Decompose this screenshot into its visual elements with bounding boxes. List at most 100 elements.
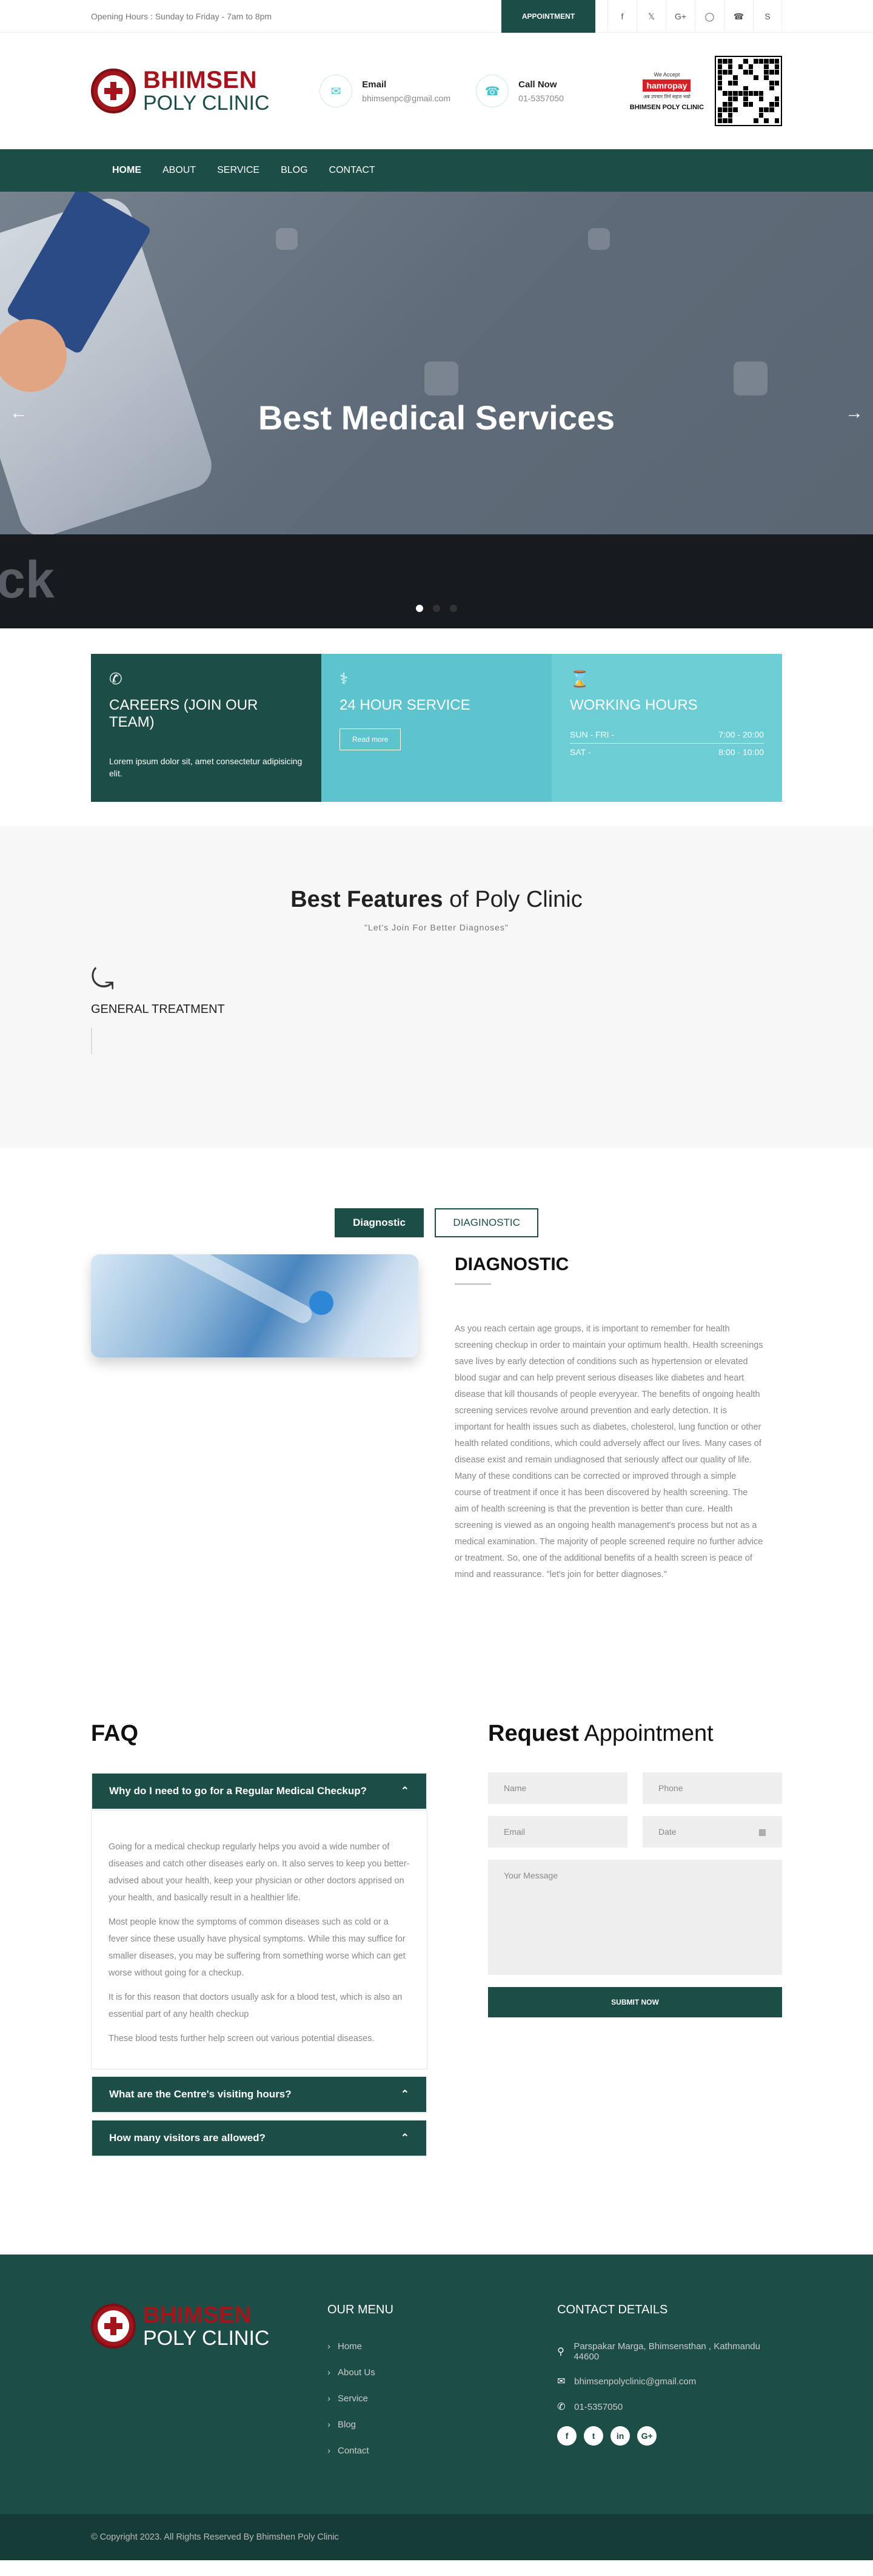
linkedin-icon[interactable]: in xyxy=(610,2426,630,2446)
footer-address: Parspakar Marga, Bhimsensthan , Kathmand… xyxy=(574,2341,760,2362)
footer-link-home[interactable]: Home xyxy=(327,2341,557,2352)
nav-home[interactable]: HOME xyxy=(112,165,141,176)
faq-appointment-section: FAQ Why do I need to go for a Regular Me… xyxy=(0,1706,873,2255)
hours-title: WORKING HOURS xyxy=(570,697,698,713)
phone-icon: ✆ xyxy=(109,670,122,688)
feature-item: ⤿ GENERAL TREATMENT xyxy=(91,963,782,1054)
careers-box: ✆ CAREERS (JOIN OUR TEAM) Lorem ipsum do… xyxy=(91,654,321,802)
submit-button[interactable]: SUBMIT NOW xyxy=(488,1987,782,2017)
slider-dots xyxy=(0,604,873,615)
hero-title: Best Medical Services xyxy=(258,399,615,437)
footer-contact-title: CONTACT DETAILS xyxy=(557,2303,668,2316)
phone-icon: ✆ xyxy=(557,2402,566,2412)
features-section: Best Features of Poly Clinic "Let's Join… xyxy=(0,826,873,1148)
nav-contact[interactable]: CONTACT xyxy=(329,165,375,176)
slider-next-arrow[interactable]: → xyxy=(845,403,863,423)
faq: FAQ Why do I need to go for a Regular Me… xyxy=(91,1721,427,2157)
footer-link-about[interactable]: About Us xyxy=(327,2367,557,2378)
call-value[interactable]: 01-5357050 xyxy=(518,93,564,103)
features-subtitle: "Let's Join For Better Diagnoses" xyxy=(364,923,509,932)
skype-icon[interactable]: S xyxy=(753,0,782,33)
appointment-button[interactable]: APPOINTMENT xyxy=(501,0,595,33)
logo-line1: BHIMSEN xyxy=(143,67,257,93)
copyright-bar: © Copyright 2023. All Rights Reserved By… xyxy=(0,2514,873,2560)
info-boxes: ✆ CAREERS (JOIN OUR TEAM) Lorem ipsum do… xyxy=(91,654,782,802)
stethoscope-icon: ⚕ xyxy=(340,670,349,688)
instagram-icon[interactable]: ◯ xyxy=(695,0,724,33)
facebook-icon[interactable]: f xyxy=(607,0,637,33)
copyright-text: © Copyright 2023. All Rights Reserved By… xyxy=(91,2532,339,2542)
nav-about[interactable]: ABOUT xyxy=(162,165,196,176)
logo-line2: POLY CLINIC xyxy=(143,92,270,115)
faq-question[interactable]: What are the Centre's visiting hours? ⌃ xyxy=(91,2076,427,2113)
slider-dot[interactable] xyxy=(450,605,458,612)
map-marker-icon: ⚲ xyxy=(557,2347,564,2357)
hamropay-badge: We Accept hamropay अब उपचार तिर्न सहज भय… xyxy=(629,71,704,111)
email-value[interactable]: bhimsenpc@gmail.com xyxy=(362,93,450,103)
tab-diagnostic[interactable]: Diagnostic xyxy=(335,1208,424,1237)
google-plus-icon[interactable]: G+ xyxy=(637,2426,657,2446)
main-nav: HOME ABOUT SERVICE BLOG CONTACT xyxy=(0,149,873,192)
footer: BHIMSEN POLY CLINIC OUR MENU Home About … xyxy=(0,2255,873,2514)
careers-text: Lorem ipsum dolor sit, amet consectetur … xyxy=(109,756,303,778)
nav-service[interactable]: SERVICE xyxy=(217,165,259,176)
phone-input[interactable]: Phone xyxy=(643,1772,782,1804)
footer-menu-title: OUR MENU xyxy=(327,2303,393,2316)
qr-code xyxy=(714,56,783,126)
footer-email[interactable]: bhimsenpolyclinic@gmail.com xyxy=(574,2376,696,2387)
hero-slider: ck ← Best Medical Services → xyxy=(0,192,873,628)
chevron-up-icon: ⌃ xyxy=(400,1785,409,1797)
service-title: 24 HOUR SERVICE xyxy=(340,697,470,713)
hamropay-logo: hamropay xyxy=(643,79,691,92)
chevron-up-icon: ⌃ xyxy=(400,2088,409,2100)
service-box: ⚕ 24 HOUR SERVICE Read more xyxy=(321,654,552,802)
logo[interactable]: BHIMSEN POLY CLINIC xyxy=(91,68,319,114)
twitter-icon[interactable]: 𝕏 xyxy=(637,0,666,33)
diagnostic-section: Diagnostic DIAGINOSTIC DIAGNOSTIC As you… xyxy=(0,1148,873,1706)
slider-dot[interactable] xyxy=(433,605,440,612)
hours-row: SUN - FRI - 7:00 - 20:00 xyxy=(570,726,764,744)
name-input[interactable]: Name xyxy=(488,1772,627,1804)
facebook-icon[interactable]: f xyxy=(557,2426,577,2446)
appointment-form: Request Appointment Name Phone Email Dat… xyxy=(488,1721,782,2157)
call-box: ☎ Call Now 01-5357050 xyxy=(476,75,632,107)
footer-contact: CONTACT DETAILS ⚲ Parspakar Marga, Bhimse… xyxy=(557,2303,782,2472)
header: BHIMSEN POLY CLINIC ✉ Email bhimsenpc@gm… xyxy=(0,33,873,149)
hourglass-icon: ⌛ xyxy=(570,670,590,688)
tab-diaginostic[interactable]: DIAGINOSTIC xyxy=(435,1208,538,1237)
footer-link-contact[interactable]: Contact xyxy=(327,2446,557,2456)
footer-link-blog[interactable]: Blog xyxy=(327,2420,557,2430)
faq-answer: Going for a medical checkup regularly he… xyxy=(91,1810,427,2070)
footer-social: f t in G+ xyxy=(557,2426,782,2446)
footer-phone[interactable]: 01-5357050 xyxy=(574,2402,623,2412)
whatsapp-icon[interactable]: ☎ xyxy=(724,0,753,33)
logo-badge-icon xyxy=(91,69,136,113)
google-plus-icon[interactable]: G+ xyxy=(666,0,695,33)
topbar: Opening Hours : Sunday to Friday - 7am t… xyxy=(0,0,873,33)
email-input[interactable]: Email xyxy=(488,1816,627,1848)
diagnostic-text: As you reach certain age groups, it is i… xyxy=(455,1324,763,1579)
faq-question[interactable]: Why do I need to go for a Regular Medica… xyxy=(91,1772,427,1810)
footer-logo[interactable]: BHIMSEN POLY CLINIC xyxy=(91,2303,330,2349)
faq-question[interactable]: How many visitors are allowed? ⌃ xyxy=(91,2119,427,2157)
stethoscope-icon: ⤿ xyxy=(91,963,115,995)
twitter-icon[interactable]: t xyxy=(584,2426,604,2446)
footer-menu: OUR MENU Home About Us Service Blog Cont… xyxy=(327,2303,557,2472)
logo-badge-icon xyxy=(91,2304,136,2349)
envelope-icon: ✉ xyxy=(319,75,353,107)
phone-icon: ☎ xyxy=(476,75,509,107)
message-textarea[interactable]: Your Message xyxy=(488,1860,782,1975)
footer-link-service[interactable]: Service xyxy=(327,2393,557,2404)
appointment-title: Request Appointment xyxy=(488,1721,714,1746)
calendar-icon: ▦ xyxy=(758,1826,766,1837)
envelope-icon: ✉ xyxy=(557,2376,566,2387)
diagnostic-tabs: Diagnostic DIAGINOSTIC xyxy=(91,1208,782,1237)
diagnostic-heading: DIAGNOSTIC xyxy=(455,1254,569,1274)
call-label: Call Now xyxy=(518,79,557,90)
date-input[interactable]: Date ▦ xyxy=(643,1816,782,1848)
nav-blog[interactable]: BLOG xyxy=(281,165,307,176)
faq-title: FAQ xyxy=(91,1721,139,1746)
careers-title: CAREERS (JOIN OUR TEAM) xyxy=(109,697,258,730)
read-more-button[interactable]: Read more xyxy=(340,728,401,750)
slider-dot[interactable] xyxy=(415,605,423,612)
